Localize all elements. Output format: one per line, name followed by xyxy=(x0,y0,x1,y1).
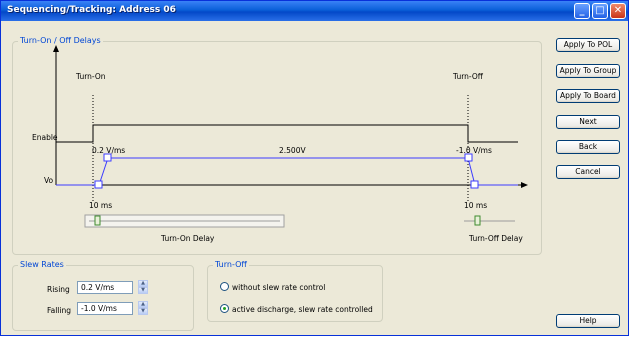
without-slew-label[interactable]: without slew rate control xyxy=(232,283,325,292)
turn-on-label: Turn-On xyxy=(75,72,106,81)
help-button[interactable]: Help xyxy=(556,314,620,328)
next-button[interactable]: Next xyxy=(556,115,620,129)
turn-off-slider-thumb[interactable] xyxy=(474,215,481,226)
y-axis-arrow xyxy=(53,45,59,52)
apply-to-board-button[interactable]: Apply To Board xyxy=(556,89,620,103)
turn-on-slider-caption: Turn-On Delay xyxy=(160,234,215,243)
rising-down-arrow-icon[interactable]: ▼ xyxy=(138,287,148,294)
falling-down-arrow-icon[interactable]: ▼ xyxy=(138,308,148,315)
vo-label: Vo xyxy=(44,176,54,185)
slew-rates-group: Slew Rates xyxy=(12,260,194,331)
turn-on-delay-value: 10 ms xyxy=(89,201,112,210)
apply-to-group-button[interactable]: Apply To Group xyxy=(556,64,620,78)
enable-label: Enable xyxy=(32,133,58,142)
slew-rates-legend: Slew Rates xyxy=(18,260,66,269)
rise-rate-label: 0.2 V/ms xyxy=(92,146,125,155)
falling-label: Falling xyxy=(47,306,71,315)
rise-start-handle[interactable] xyxy=(94,180,103,189)
without-slew-radio[interactable] xyxy=(220,282,229,291)
rising-input[interactable]: 0.2 V/ms xyxy=(77,281,133,294)
fall-rate-label: -1.0 V/ms xyxy=(456,146,492,155)
turn-off-slider-caption: Turn-Off Delay xyxy=(468,234,523,243)
turn-off-delay-value: 10 ms xyxy=(464,201,487,210)
back-button[interactable]: Back xyxy=(556,140,620,154)
rise-end-handle[interactable] xyxy=(103,153,112,162)
voltage-label: 2.500V xyxy=(279,146,306,155)
fall-end-handle[interactable] xyxy=(470,180,479,189)
falling-spinner[interactable]: ▲ ▼ xyxy=(138,301,148,315)
vo-trace xyxy=(56,157,518,186)
sequencing-window: Sequencing/Tracking: Address 06 _ □ ✕ Tu… xyxy=(0,0,629,336)
cancel-button[interactable]: Cancel xyxy=(556,165,620,179)
turn-off-label: Turn-Off xyxy=(452,72,484,81)
enable-signal xyxy=(56,124,518,143)
apply-to-pol-button[interactable]: Apply To POL xyxy=(556,38,620,52)
falling-input[interactable]: -1.0 V/ms xyxy=(77,302,133,315)
falling-up-arrow-icon[interactable]: ▲ xyxy=(138,301,148,308)
fall-start-handle[interactable] xyxy=(464,153,473,162)
turn-on-slider-thumb[interactable] xyxy=(94,215,101,226)
active-discharge-label[interactable]: active discharge, slew rate controlled xyxy=(232,305,373,314)
turn-off-legend: Turn-Off xyxy=(213,260,249,269)
active-discharge-radio[interactable] xyxy=(220,304,229,313)
rising-up-arrow-icon[interactable]: ▲ xyxy=(138,280,148,287)
rising-spinner[interactable]: ▲ ▼ xyxy=(138,280,148,294)
rising-label: Rising xyxy=(47,285,70,294)
x-axis-arrow xyxy=(521,182,528,188)
